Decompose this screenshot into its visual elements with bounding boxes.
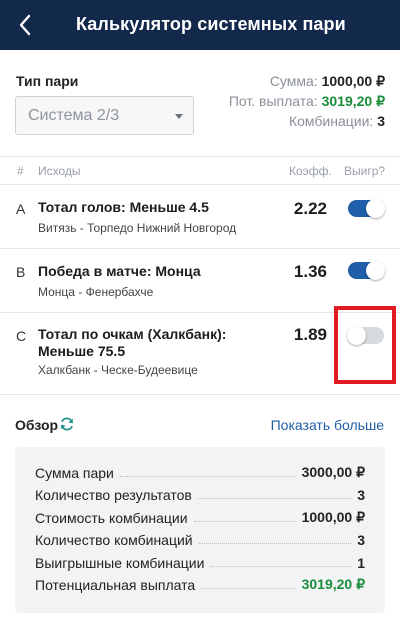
outcome-match: Витязь - Торпедо Нижний Новгород <box>38 221 237 235</box>
show-more-link[interactable]: Показать больше <box>271 417 384 433</box>
outcome-match: Монца - Фенербахче <box>38 285 154 299</box>
outcome-title: Победа в матче: Монца <box>38 263 201 279</box>
dotted-leader <box>210 566 352 567</box>
dotted-leader <box>119 476 296 477</box>
dotted-leader <box>197 498 352 499</box>
summary-row: Потенциальная выплата 3019,20 ₽ <box>35 575 365 593</box>
divider <box>0 156 400 157</box>
outcome-match: Халкбанк - Ческе-Будеевице <box>38 363 198 377</box>
outcome-letter: B <box>16 264 26 280</box>
combos-label: Комбинации: <box>288 113 374 129</box>
outcome-letter: C <box>16 328 27 344</box>
summary-value: 1 <box>357 555 365 571</box>
win-toggle-b[interactable] <box>348 261 385 280</box>
summary-key: Сумма пари <box>35 465 114 481</box>
highlight-box <box>334 306 396 384</box>
summary-key: Количество результатов <box>35 487 192 503</box>
bet-type-select[interactable]: Система 2/3 <box>15 96 194 135</box>
outcome-title: Тотал голов: Меньше 4.5 <box>38 199 209 215</box>
sum-value: 1000,00 ₽ <box>321 73 385 89</box>
bet-type-label: Тип пари <box>16 73 79 89</box>
divider <box>0 248 400 249</box>
outcome-title-line2: Меньше 75.5 <box>38 343 126 359</box>
app-header: Калькулятор системных пари <box>0 0 400 50</box>
combos-value: 3 <box>377 113 385 129</box>
payout-value: 3019,20 ₽ <box>321 93 385 109</box>
sum-label: Сумма: <box>269 73 318 89</box>
summary-row: Сумма пари 3000,00 ₽ <box>35 463 365 481</box>
summary-row: Выигрышные комбинации 1 <box>35 553 365 571</box>
chevron-left-icon <box>19 14 31 36</box>
payout-label: Пот. выплата: <box>228 93 318 109</box>
summary-value: 1000,00 ₽ <box>301 509 365 525</box>
bet-type-value: Система 2/3 <box>28 107 120 124</box>
summary-panel: Сумма пари 3000,00 ₽ Количество результа… <box>15 447 385 613</box>
summary-key: Потенциальная выплата <box>35 577 196 593</box>
summary-value: 3 <box>357 532 365 548</box>
combos-line: Комбинации: 3 <box>289 113 385 129</box>
summary-row: Количество комбинаций 3 <box>35 530 365 548</box>
col-header-outcomes: Исходы <box>38 164 81 178</box>
summary-value: 3 <box>357 487 365 503</box>
outcome-letter: A <box>16 201 26 217</box>
page-title: Калькулятор системных пари <box>76 14 346 34</box>
divider <box>0 184 400 185</box>
dotted-leader <box>193 521 296 522</box>
summary-row: Количество результатов 3 <box>35 485 365 503</box>
divider <box>0 394 400 395</box>
summary-key: Выигрышные комбинации <box>35 555 205 571</box>
dropdown-arrow-icon <box>175 114 183 119</box>
dotted-leader <box>201 588 296 589</box>
refresh-icon[interactable] <box>59 416 75 432</box>
payout-line: Пот. выплата: 3019,20 ₽ <box>229 93 385 110</box>
outcome-title-line1: Тотал по очкам (Халкбанк): <box>38 326 227 342</box>
dotted-leader <box>198 543 352 544</box>
col-header-win: Выигр? <box>344 164 386 178</box>
outcome-coef: 2.22 <box>293 199 327 218</box>
summary-value: 3000,00 ₽ <box>301 464 365 480</box>
overview-label: Обзор <box>15 417 59 433</box>
toggle-knob <box>366 261 385 280</box>
back-button[interactable] <box>8 8 42 42</box>
col-header-num: # <box>17 164 24 178</box>
sum-line: Сумма: 1000,00 ₽ <box>270 73 385 90</box>
outcome-coef: 1.89 <box>293 325 327 344</box>
summary-key: Стоимость комбинации <box>35 510 188 526</box>
outcome-coef: 1.36 <box>293 262 327 281</box>
summary-value: 3019,20 ₽ <box>301 576 365 592</box>
summary-row: Стоимость комбинации 1000,00 ₽ <box>35 508 365 526</box>
summary-key: Количество комбинаций <box>35 532 193 548</box>
col-header-coef: Коэфф. <box>289 164 332 178</box>
toggle-knob <box>366 199 385 218</box>
win-toggle-a[interactable] <box>348 199 385 218</box>
